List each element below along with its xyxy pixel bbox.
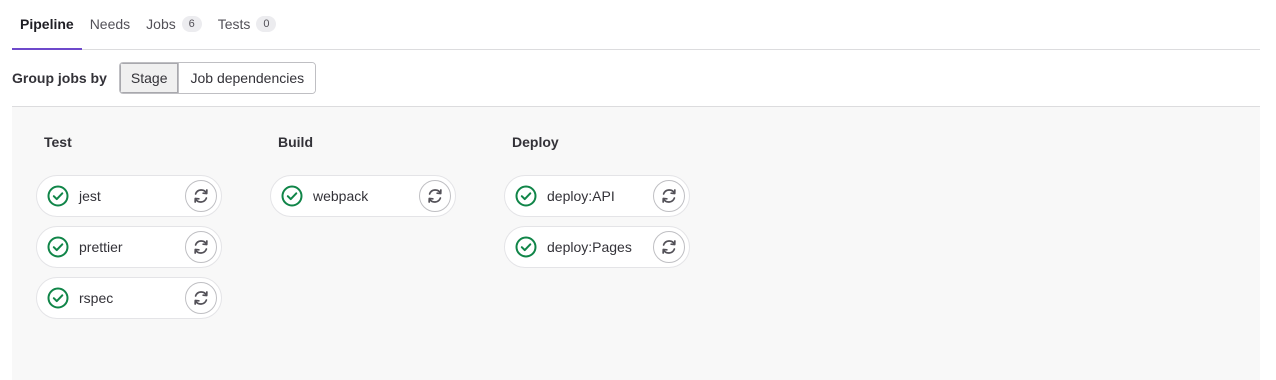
job-name: webpack xyxy=(313,188,369,204)
group-jobs-toggle: Stage Job dependencies xyxy=(118,62,317,94)
retry-icon xyxy=(194,240,208,254)
pipeline-graph: Test jest prettier rspec Build webpack D… xyxy=(12,107,1260,380)
job-deploy-pages[interactable]: deploy:Pages xyxy=(504,226,690,268)
tab-needs-label: Needs xyxy=(89,16,131,32)
jobs-count-badge: 6 xyxy=(181,16,202,32)
tab-needs[interactable]: Needs xyxy=(82,0,138,49)
retry-icon xyxy=(194,189,208,203)
retry-button[interactable] xyxy=(419,180,451,212)
retry-button[interactable] xyxy=(185,180,217,212)
job-webpack[interactable]: webpack xyxy=(270,175,456,217)
tab-jobs[interactable]: Jobs 6 xyxy=(138,0,210,49)
job-name: jest xyxy=(79,188,101,204)
status-success-icon xyxy=(515,185,537,207)
tab-jobs-label: Jobs xyxy=(146,16,176,32)
status-success-icon xyxy=(47,185,69,207)
tab-pipeline-label: Pipeline xyxy=(20,16,74,32)
tab-pipeline[interactable]: Pipeline xyxy=(12,0,82,50)
retry-button[interactable] xyxy=(653,180,685,212)
stage-title: Build xyxy=(278,134,313,150)
group-jobs-label: Group jobs by xyxy=(12,70,107,86)
group-by-dependencies-button[interactable]: Job dependencies xyxy=(178,63,316,93)
job-name: deploy:API xyxy=(547,188,615,204)
retry-icon xyxy=(428,189,442,203)
tab-tests-label: Tests xyxy=(217,16,251,32)
job-deploy-api[interactable]: deploy:API xyxy=(504,175,690,217)
job-name: rspec xyxy=(79,290,114,306)
tests-count-badge: 0 xyxy=(256,16,277,32)
group-jobs-toolbar: Group jobs by Stage Job dependencies xyxy=(12,62,317,94)
job-jest[interactable]: jest xyxy=(36,175,222,217)
retry-button[interactable] xyxy=(653,231,685,263)
tab-tests[interactable]: Tests 0 xyxy=(210,0,285,49)
pipeline-tabs: Pipeline Needs Jobs 6 Tests 0 xyxy=(12,0,1260,50)
retry-button[interactable] xyxy=(185,282,217,314)
retry-button[interactable] xyxy=(185,231,217,263)
retry-icon xyxy=(662,189,676,203)
status-success-icon xyxy=(515,236,537,258)
job-rspec[interactable]: rspec xyxy=(36,277,222,319)
job-name: prettier xyxy=(79,239,123,255)
stage-title: Test xyxy=(44,134,72,150)
group-by-stage-button[interactable]: Stage xyxy=(119,63,179,93)
status-success-icon xyxy=(281,185,303,207)
retry-icon xyxy=(662,240,676,254)
job-name: deploy:Pages xyxy=(547,239,632,255)
retry-icon xyxy=(194,291,208,305)
status-success-icon xyxy=(47,287,69,309)
status-success-icon xyxy=(47,236,69,258)
job-prettier[interactable]: prettier xyxy=(36,226,222,268)
stage-title: Deploy xyxy=(512,134,559,150)
